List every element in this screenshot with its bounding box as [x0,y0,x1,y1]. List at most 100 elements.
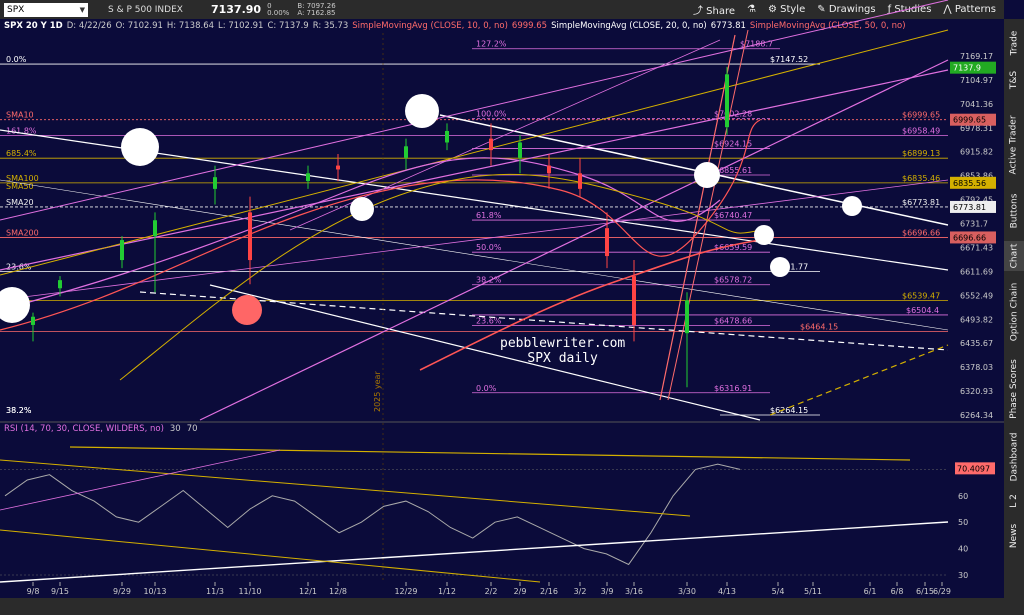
rsi-label[interactable]: RSI (14, 70, 30, CLOSE, WILDERS, no) [4,424,164,434]
fib-price-label: $6958.49 [902,126,940,135]
annotation-circle [754,225,774,245]
rsi-current-label: 70.4097 [957,464,990,473]
x-axis-label: 10/13 [143,587,166,596]
fib-level-label: SMA200 [6,228,39,237]
price-axis-label: 7041.36 [960,100,993,109]
x-axis-label: 3/2 [574,587,587,596]
fib-price-label: $6696.66 [902,228,940,237]
fib-level-label: 0.0% [476,384,497,393]
x-axis-label: 12/29 [394,587,417,596]
x-axis-label: 2/2 [485,587,498,596]
x-axis-label: 4/13 [718,587,736,596]
x-axis-label: 3/16 [625,587,643,596]
price-tag-label: 6773.81 [953,203,986,212]
annotation-circle [770,257,790,277]
x-axis-label: 6/1 [864,587,877,596]
rsi-level-low: 30 [169,424,181,434]
x-axis-label: 9/29 [113,587,131,596]
x-axis-label: 6/29 [933,587,951,596]
sidebar-tab-news[interactable]: News [1004,519,1024,553]
candle-body [578,173,582,189]
sidebar-tab-option-chain[interactable]: Option Chain [1004,277,1024,347]
x-axis-label: 3/9 [601,587,614,596]
fib-level-label: 61.8% [476,211,502,220]
x-axis-label: 6/15 [916,587,934,596]
fib-level-label: 38.2% [6,406,32,415]
candle-body [605,228,609,257]
x-axis-label: 12/8 [329,587,347,596]
watermark: pebblewriter.com SPX daily [500,336,625,366]
annotation-circle [842,196,862,216]
candle-body [445,130,449,143]
price-panel-bg [0,33,948,423]
price-axis-label: 6915.82 [960,148,993,157]
x-axis-label: 9/8 [27,587,40,596]
x-axis-label: 3/30 [678,587,696,596]
fib-level-label: 0.0% [6,55,27,64]
status-bar [0,598,1004,615]
fib-level-label: SMA10 [6,111,34,120]
candle-body [632,276,636,325]
sidebar-tab-chart[interactable]: Chart [1004,241,1024,271]
annotation-circle [121,128,159,166]
price-axis-label: 6611.69 [960,267,993,276]
rsi-axis-label: 60 [958,492,968,501]
sidebar-tab-dashboard[interactable]: Dashboard [1004,429,1024,485]
candle-body [58,280,62,289]
rsi-axis-label: 30 [958,571,968,580]
price-chart[interactable]: 7169.177104.977041.366978.316915.826853.… [0,0,1004,598]
x-axis-label: 2/16 [540,587,558,596]
fib-price-label: $6464.15 [800,322,838,331]
candle-body [404,146,408,158]
right-sidebar: Trade T&S Active Trader Buttons Chart Op… [1004,19,1024,615]
price-axis-label: 6435.67 [960,339,993,348]
sidebar-tab-trade[interactable]: Trade [1004,25,1024,61]
fib-level-label: 127.2% [476,40,507,49]
sidebar-tab-l2[interactable]: L 2 [1004,489,1024,513]
candle-body [213,177,217,189]
fib-price-label: $6899.13 [902,149,940,158]
fib-level-label: SMA20 [6,198,34,207]
candle-body [31,316,35,325]
x-axis-label: 2/9 [514,587,527,596]
candle-body [336,165,340,170]
price-tag-label: 6835.56 [953,179,986,188]
candle-body [248,212,252,261]
x-axis-label: 9/15 [51,587,69,596]
fib-price-label: $7147.52 [770,55,808,64]
x-axis-label: 6/8 [891,587,904,596]
fib-price-label: $6504.4 [906,306,939,315]
watermark-line2: SPX daily [527,351,598,366]
candle-body [120,240,124,261]
x-axis-label: 1/12 [438,587,456,596]
sidebar-tab-phase-scores[interactable]: Phase Scores [1004,353,1024,425]
candle-body [489,138,493,151]
x-axis-label: 5/11 [804,587,822,596]
fib-level-label: 23.6% [476,317,502,326]
price-axis-label: 6552.49 [960,291,993,300]
x-axis-label: 11/3 [206,587,224,596]
price-axis-label: 7104.97 [960,76,993,85]
price-axis-label: 7169.17 [960,52,993,61]
sidebar-tab-active-trader[interactable]: Active Trader [1004,105,1024,185]
fib-level-label: 685.4% [6,149,37,158]
candle-body [547,165,551,174]
price-axis-label: 6731.7 [960,220,988,229]
price-axis-label: 6264.34 [960,411,993,420]
sidebar-tab-ts[interactable]: T&S [1004,65,1024,95]
fib-price-label: $6478.66 [714,317,752,326]
price-tag-label: 6999.65 [953,116,986,125]
fib-price-label: $6999.65 [902,111,940,120]
candle-body [685,300,689,334]
candle-body [153,220,157,237]
fib-price-label: $6740.47 [714,211,752,220]
sidebar-tab-buttons[interactable]: Buttons [1004,189,1024,233]
fib-level-label: 161.8% [6,126,37,135]
rsi-level-high: 70 [186,424,198,434]
fib-level-label: 50.0% [476,243,502,252]
rsi-panel-bg [0,435,948,582]
annotation-circle [350,197,374,221]
rsi-axis-label: 40 [958,545,968,554]
annotation-circle [694,162,720,188]
price-tag-label: 7137.9 [953,64,981,73]
